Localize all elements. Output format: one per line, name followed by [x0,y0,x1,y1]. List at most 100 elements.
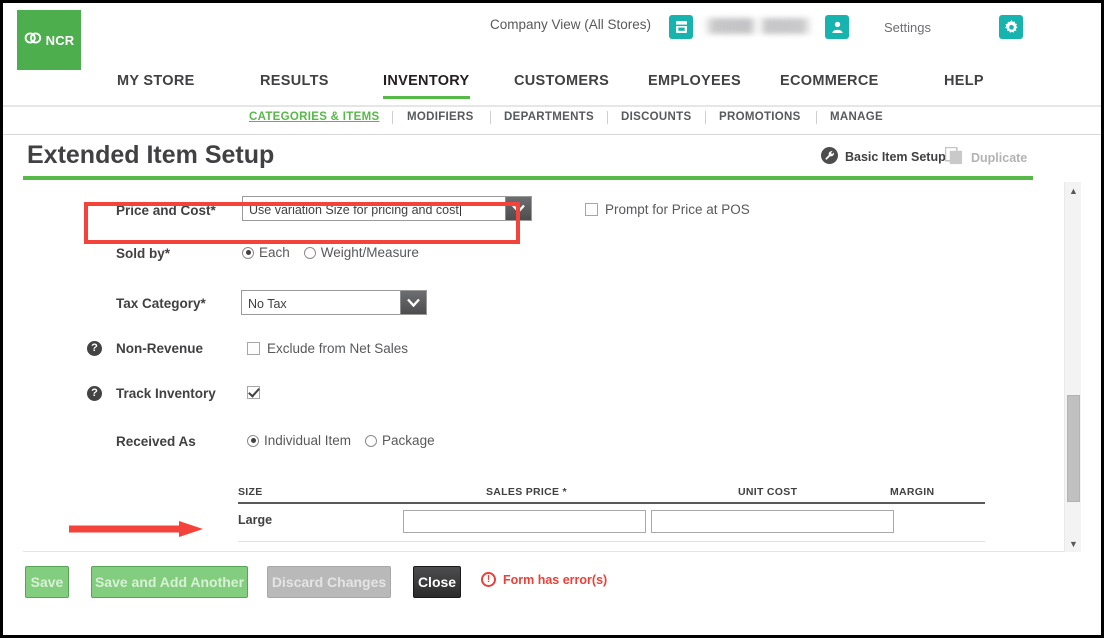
sold-by-label: Sold by* [116,246,171,261]
track-inventory-checkbox[interactable] [247,386,260,399]
gear-icon[interactable] [999,15,1023,39]
scroll-up-arrow-icon[interactable]: ▲ [1065,182,1082,199]
footer-action-bar: Save Save and Add Another Discard Change… [3,552,1101,620]
received-as-package-label: Package [382,433,435,448]
column-header-unit-cost: UNIT COST [738,486,798,498]
scroll-down-arrow-icon[interactable]: ▼ [1065,535,1082,552]
received-as-option-individual-item[interactable]: Individual Item [247,433,351,448]
received-as-option-package[interactable]: Package [365,433,435,448]
radio-weight-measure[interactable] [303,246,316,259]
sold-by-weight-label: Weight/Measure [320,245,419,260]
ncr-interlock-logo-icon [24,31,43,50]
subnav-departments[interactable]: DEPARTMENTS [504,111,594,123]
row-size-label: Large [238,513,273,527]
unit-cost-input[interactable] [651,510,894,533]
form-error-text: Form has error(s) [503,572,608,587]
track-inventory-row: ? Track Inventory [23,383,1008,407]
sold-by-option-each[interactable]: Each [242,245,290,260]
help-question-icon[interactable]: ? [87,341,102,356]
table-header-row: SIZE SALES PRICE * UNIT COST MARGIN [238,486,985,504]
price-and-cost-value: Use variation Size for pricing and cost [249,202,461,217]
user-person-icon[interactable] [825,15,849,39]
subnav-divider [607,111,608,124]
sold-by-radio-group: Each Weight/Measure [242,245,419,260]
store-icon[interactable] [669,15,693,39]
page-title: Extended Item Setup [27,141,275,169]
duplicate-label: Duplicate [971,150,1028,165]
copy-pages-icon [944,146,964,168]
nav-employees[interactable]: EMPLOYEES [648,73,741,97]
radio-individual-item[interactable] [247,434,259,447]
subnav-manage[interactable]: MANAGE [830,111,883,123]
form-scrollbar[interactable]: ▲ ▼ [1064,182,1081,552]
help-question-icon[interactable]: ? [87,386,102,401]
received-as-row: Received As Individual Item Package [23,431,1008,455]
sub-navigation: CATEGORIES & ITEMS MODIFIERS DEPARTMENTS… [3,107,1101,135]
received-as-individual-label: Individual Item [264,433,352,448]
column-header-margin: MARGIN [890,486,935,498]
extended-item-form: ▲ ▼ Price and Cost* Use variation Size f… [23,180,1081,552]
app-window: NCR Company View (All Stores) Settings M… [0,0,1104,638]
duplicate-button[interactable]: Duplicate [944,146,1028,168]
tax-category-value: No Tax [248,297,287,311]
top-header: NCR Company View (All Stores) Settings [3,3,1101,73]
page-title-row: Extended Item Setup Basic Item Setup Dup… [3,135,1101,180]
received-as-label: Received As [116,434,196,449]
exclude-from-net-sales-checkbox[interactable] [247,342,260,355]
chevron-down-icon[interactable] [505,197,531,220]
subnav-divider [392,111,393,124]
column-header-sales-price: SALES PRICE * [486,486,567,498]
subnav-divider [705,111,706,124]
pointer-arrow-annotation [69,521,203,537]
price-and-cost-select[interactable]: Use variation Size for pricing and cost [242,196,532,221]
subnav-divider [490,111,491,124]
price-and-cost-label: Price and Cost* [116,203,216,218]
nav-my-store[interactable]: MY STORE [117,73,195,97]
table-row: Large [238,504,985,542]
radio-package[interactable] [365,434,378,447]
nav-help[interactable]: HELP [944,73,984,97]
chevron-down-icon[interactable] [400,291,426,314]
nav-results[interactable]: RESULTS [260,73,329,97]
company-view-label[interactable]: Company View (All Stores) [490,17,651,32]
ncr-logo[interactable]: NCR [17,10,81,70]
subnav-categories-and-items[interactable]: CATEGORIES & ITEMS [249,111,379,123]
scrollbar-thumb[interactable] [1067,395,1080,502]
form-error-message: ! Form has error(s) [481,572,607,587]
non-revenue-label: Non-Revenue [116,341,204,356]
sales-price-input[interactable] [403,510,646,533]
nav-inventory[interactable]: INVENTORY [383,73,470,99]
close-button[interactable]: Close [413,566,461,598]
basic-item-setup-button[interactable]: Basic Item Setup [821,147,946,167]
tax-category-label: Tax Category* [116,296,206,311]
user-name-redacted [703,18,813,34]
sold-by-each-label: Each [259,245,290,260]
prompt-for-price-checkbox[interactable] [585,203,598,216]
prompt-for-price-at-pos-option[interactable]: Prompt for Price at POS [585,202,750,217]
tax-category-row: Tax Category* No Tax [23,290,1008,318]
track-inventory-option[interactable] [247,386,260,399]
subnav-modifiers[interactable]: MODIFIERS [407,111,474,123]
discard-changes-button[interactable]: Discard Changes [267,566,391,598]
exclude-from-net-sales-option[interactable]: Exclude from Net Sales [247,341,408,356]
sold-by-row: Sold by* Each Weight/Measure [23,242,1008,266]
exclude-from-net-sales-label: Exclude from Net Sales [267,341,409,356]
nav-ecommerce[interactable]: ECOMMERCE [780,73,879,97]
subnav-promotions[interactable]: PROMOTIONS [719,111,801,123]
error-exclamation-icon: ! [481,572,496,587]
subnav-discounts[interactable]: DISCOUNTS [621,111,691,123]
settings-label[interactable]: Settings [884,20,931,35]
subnav-divider [816,111,817,124]
save-button[interactable]: Save [25,566,69,598]
radio-each[interactable] [242,246,254,259]
tax-category-select[interactable]: No Tax [241,290,427,315]
received-as-radio-group: Individual Item Package [247,433,435,448]
track-inventory-label: Track Inventory [116,386,216,401]
save-and-add-another-button[interactable]: Save and Add Another [91,566,248,598]
non-revenue-row: ? Non-Revenue Exclude from Net Sales [23,338,1008,362]
main-navigation: MY STORE RESULTS INVENTORY CUSTOMERS EMP… [3,73,1101,107]
sold-by-option-weight-measure[interactable]: Weight/Measure [303,245,419,260]
nav-customers[interactable]: CUSTOMERS [514,73,609,97]
wrench-icon [821,147,838,167]
ncr-logo-text: NCR [45,32,75,48]
